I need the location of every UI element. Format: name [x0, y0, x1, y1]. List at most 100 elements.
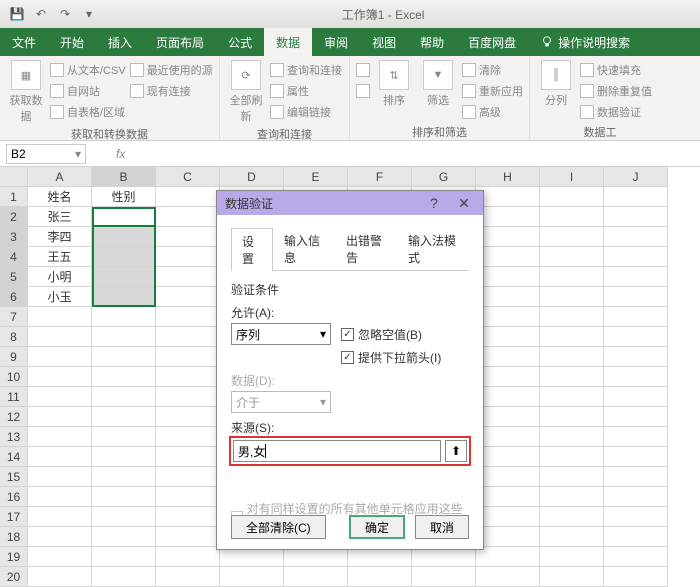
cell[interactable] — [604, 427, 668, 447]
cell[interactable] — [156, 327, 220, 347]
filter-button[interactable]: ▼ 筛选 — [418, 60, 458, 108]
cell[interactable] — [92, 407, 156, 427]
col-header[interactable]: F — [348, 167, 412, 187]
properties[interactable]: 属性 — [270, 81, 342, 101]
cell[interactable] — [476, 567, 540, 587]
cell[interactable] — [476, 247, 540, 267]
cell[interactable] — [476, 387, 540, 407]
cell[interactable] — [476, 207, 540, 227]
cell[interactable] — [28, 547, 92, 567]
cell[interactable] — [348, 547, 412, 567]
row-header[interactable]: 3 — [0, 227, 28, 247]
col-header[interactable]: G — [412, 167, 476, 187]
cell[interactable] — [540, 487, 604, 507]
remove-duplicates[interactable]: 删除重复值 — [580, 81, 652, 101]
cell[interactable] — [604, 447, 668, 467]
cell[interactable]: 性别 — [92, 187, 156, 207]
cell[interactable] — [604, 387, 668, 407]
cell[interactable] — [28, 347, 92, 367]
tab-input-msg[interactable]: 输入信息 — [273, 227, 335, 270]
help-button[interactable]: ? — [419, 191, 449, 215]
cell[interactable] — [476, 347, 540, 367]
tab-insert[interactable]: 插入 — [96, 28, 144, 56]
row-header[interactable]: 9 — [0, 347, 28, 367]
cell[interactable] — [476, 187, 540, 207]
row-header[interactable]: 13 — [0, 427, 28, 447]
undo-icon[interactable]: ↶ — [30, 3, 52, 25]
dropdown-checkbox[interactable]: ✓ 提供下拉箭头(I) — [341, 349, 441, 366]
cell[interactable] — [604, 247, 668, 267]
tab-layout[interactable]: 页面布局 — [144, 28, 216, 56]
cell[interactable] — [604, 347, 668, 367]
name-box[interactable]: B2▾ — [6, 144, 86, 164]
row-header[interactable]: 15 — [0, 467, 28, 487]
cell[interactable] — [92, 267, 156, 287]
cell[interactable] — [156, 527, 220, 547]
cell[interactable] — [604, 487, 668, 507]
cell[interactable] — [156, 227, 220, 247]
tab-data[interactable]: 数据 — [264, 28, 312, 56]
row-header[interactable]: 16 — [0, 487, 28, 507]
tab-file[interactable]: 文件 — [0, 28, 48, 56]
cell[interactable] — [476, 467, 540, 487]
cell[interactable] — [412, 547, 476, 567]
cell[interactable] — [28, 367, 92, 387]
cell[interactable] — [540, 407, 604, 427]
tab-settings[interactable]: 设置 — [231, 228, 273, 271]
cell[interactable] — [604, 567, 668, 587]
qat-more-icon[interactable]: ▾ — [78, 3, 100, 25]
cell[interactable] — [220, 547, 284, 567]
refresh-all-button[interactable]: ⟳ 全部刷新 — [226, 60, 266, 124]
tab-help[interactable]: 帮助 — [408, 28, 456, 56]
from-table[interactable]: 自表格/区域 — [50, 102, 126, 122]
tell-me[interactable]: 操作说明搜索 — [528, 28, 642, 56]
source-input[interactable]: 男,女 — [233, 440, 441, 462]
cell[interactable] — [540, 387, 604, 407]
cell[interactable] — [540, 567, 604, 587]
tab-baidu[interactable]: 百度网盘 — [456, 28, 528, 56]
tab-review[interactable]: 审阅 — [312, 28, 360, 56]
col-header[interactable]: I — [540, 167, 604, 187]
cell[interactable] — [92, 327, 156, 347]
from-web[interactable]: 自网站 — [50, 81, 126, 101]
existing-connections[interactable]: 现有连接 — [130, 81, 213, 101]
row-header[interactable]: 4 — [0, 247, 28, 267]
cell[interactable] — [92, 487, 156, 507]
cell[interactable] — [604, 547, 668, 567]
cell[interactable] — [92, 507, 156, 527]
cell[interactable] — [92, 367, 156, 387]
from-text-csv[interactable]: 从文本/CSV — [50, 60, 126, 80]
range-picker-button[interactable]: ⬆ — [445, 440, 467, 462]
row-header[interactable]: 6 — [0, 287, 28, 307]
cell[interactable] — [476, 447, 540, 467]
cell[interactable] — [604, 467, 668, 487]
cell[interactable] — [28, 327, 92, 347]
cell[interactable] — [412, 567, 476, 587]
cell[interactable] — [92, 227, 156, 247]
cell[interactable] — [156, 367, 220, 387]
cell[interactable] — [156, 467, 220, 487]
cell[interactable] — [604, 307, 668, 327]
allow-select[interactable]: 序列▾ — [231, 323, 331, 345]
cell[interactable] — [604, 207, 668, 227]
cell[interactable] — [540, 247, 604, 267]
row-header[interactable]: 17 — [0, 507, 28, 527]
cell[interactable] — [540, 367, 604, 387]
advanced[interactable]: 高级 — [462, 102, 523, 122]
cell[interactable] — [156, 207, 220, 227]
cell[interactable]: 小明 — [28, 267, 92, 287]
cell[interactable] — [540, 267, 604, 287]
cell[interactable] — [92, 347, 156, 367]
cell[interactable] — [28, 387, 92, 407]
cell[interactable] — [476, 227, 540, 247]
dialog-titlebar[interactable]: 数据验证 ? ✕ — [217, 191, 483, 215]
cell[interactable] — [28, 447, 92, 467]
cell[interactable] — [540, 447, 604, 467]
cell[interactable] — [540, 207, 604, 227]
cell[interactable] — [604, 507, 668, 527]
cell[interactable] — [28, 507, 92, 527]
cell[interactable] — [540, 327, 604, 347]
cell[interactable] — [156, 307, 220, 327]
reapply[interactable]: 重新应用 — [462, 81, 523, 101]
cell[interactable] — [476, 267, 540, 287]
